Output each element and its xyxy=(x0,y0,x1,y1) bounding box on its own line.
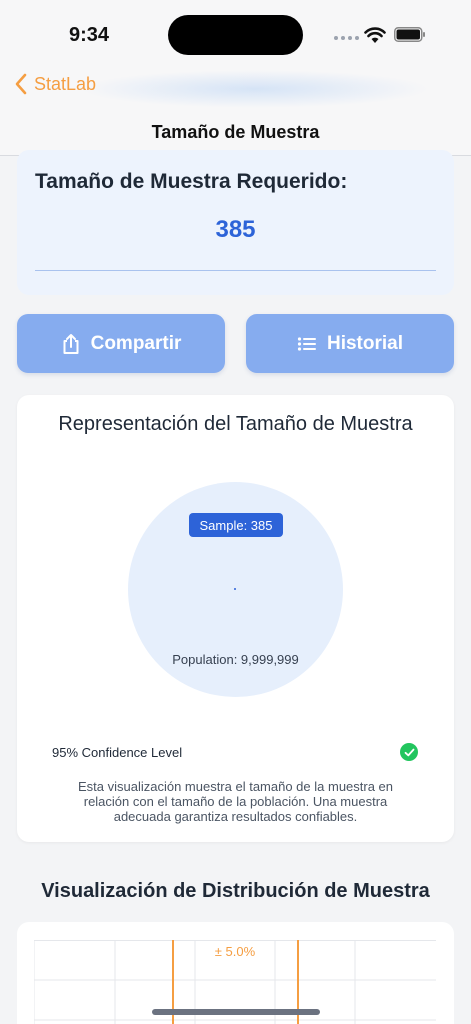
back-button-label: StatLab xyxy=(34,73,97,94)
representation-title: Representación del Tamaño de Muestra xyxy=(58,413,413,435)
status-bar: 9:34 xyxy=(0,0,471,70)
page-title: Tamaño de Muestra xyxy=(151,122,320,142)
share-button-label: Compartir xyxy=(90,332,182,354)
sample-dot xyxy=(234,588,236,590)
signal-icon xyxy=(334,36,359,40)
population-label: Population: 9,999,999 xyxy=(172,652,299,667)
dynamic-island xyxy=(168,15,303,55)
required-sample-value: 385 xyxy=(215,216,256,243)
distribution-title: Visualización de Distribución de Muestra xyxy=(41,880,430,902)
share-button[interactable]: Compartir xyxy=(17,314,225,373)
confidence-row: 95% Confidence Level xyxy=(52,743,418,761)
navigation-bar: StatLab Tamaño de Muestra xyxy=(0,70,471,156)
chevron-left-icon xyxy=(15,73,27,95)
divider xyxy=(35,270,436,271)
history-button[interactable]: Historial xyxy=(246,314,454,373)
sample-representation-card: Representación del Tamaño de Muestra Sam… xyxy=(17,395,454,842)
required-sample-card: Tamaño de Muestra Requerido: 385 xyxy=(17,150,454,295)
sample-badge: Sample: 385 xyxy=(189,513,283,537)
margin-label: ± 5.0% xyxy=(215,944,256,959)
list-icon xyxy=(297,336,316,351)
wifi-icon xyxy=(364,27,386,43)
confidence-label: 95% Confidence Level xyxy=(52,744,183,760)
representation-description: Esta visualización muestra el tamaño de … xyxy=(77,779,394,824)
required-sample-title: Tamaño de Muestra Requerido: xyxy=(35,170,348,193)
battery-icon xyxy=(394,27,425,42)
status-time: 9:34 xyxy=(69,24,110,46)
checkmark-icon xyxy=(400,743,418,761)
history-button-label: Historial xyxy=(326,332,404,354)
home-indicator xyxy=(152,1009,320,1015)
share-icon xyxy=(63,333,79,354)
back-button[interactable]: StatLab xyxy=(14,73,96,95)
